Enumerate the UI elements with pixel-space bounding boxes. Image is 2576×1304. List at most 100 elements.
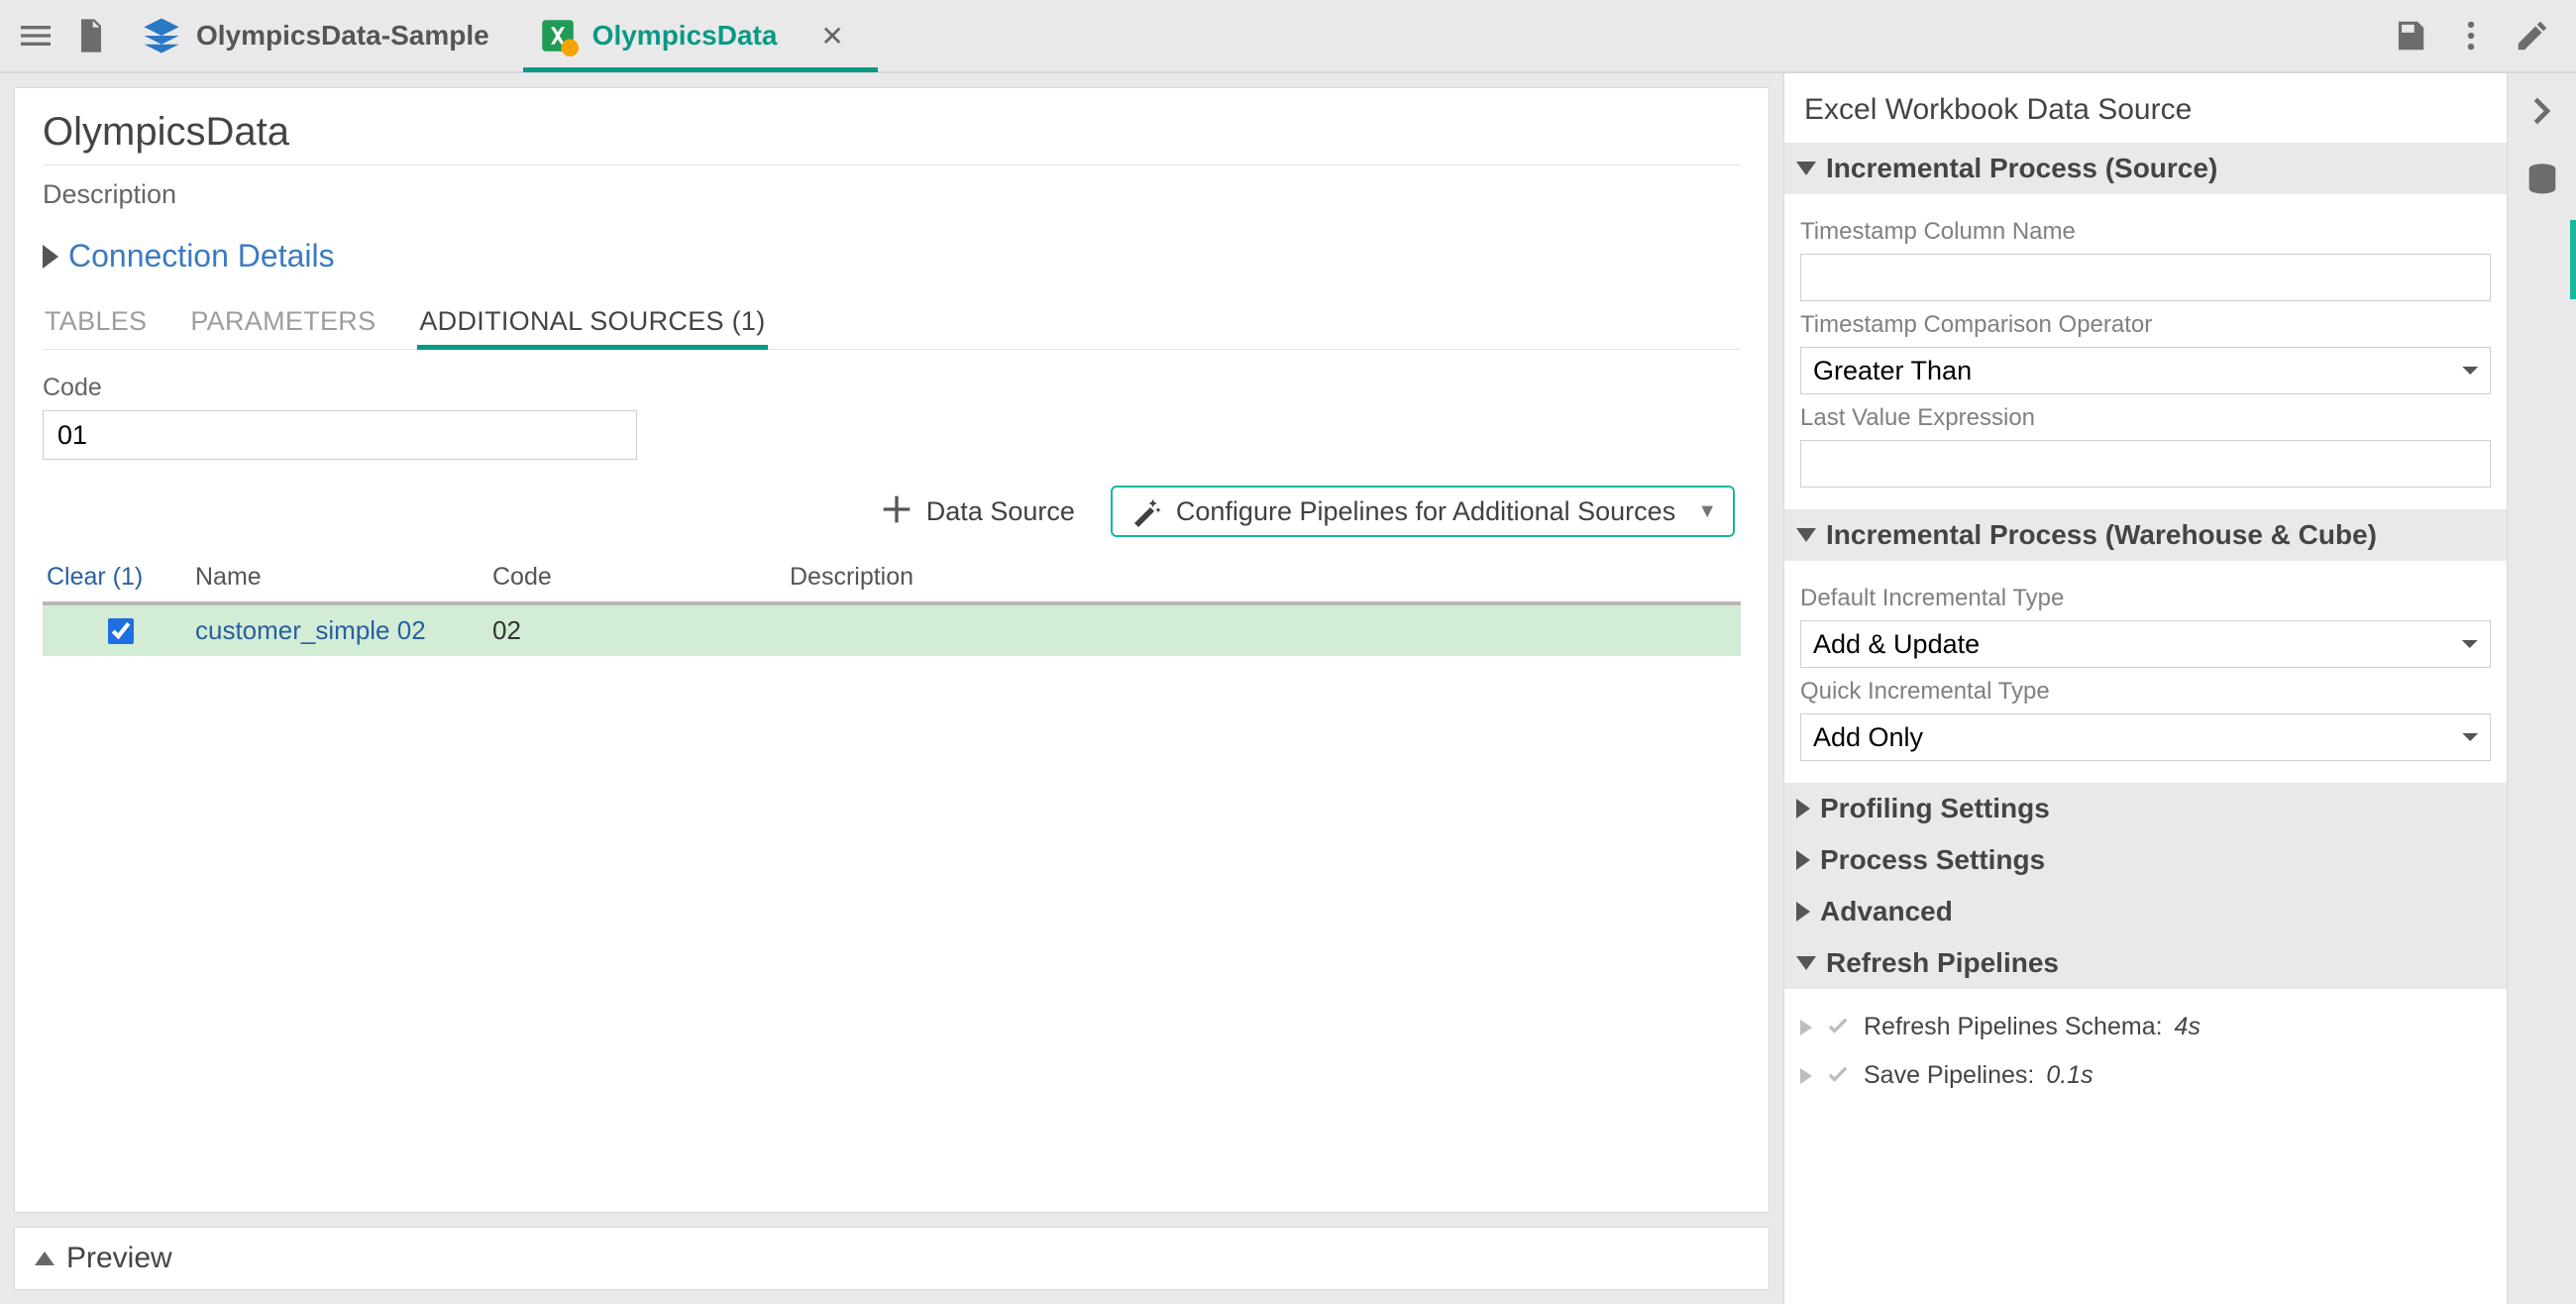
- tab-parameters[interactable]: PARAMETERS: [188, 300, 377, 349]
- pipeline-status-time: 0.1s: [2046, 1061, 2093, 1090]
- configure-pipelines-button[interactable]: Configure Pipelines for Additional Sourc…: [1111, 486, 1735, 537]
- divider: [43, 164, 1741, 165]
- pipeline-status-item[interactable]: Refresh Pipelines Schema: 4s: [1800, 1003, 2491, 1051]
- plus-icon: [877, 489, 916, 529]
- pipeline-status-item[interactable]: Save Pipelines: 0.1s: [1800, 1051, 2491, 1100]
- ts-column-input[interactable]: [1800, 254, 2491, 301]
- tab-label: OlympicsData-Sample: [196, 20, 489, 52]
- chevron-right-icon[interactable]: [2522, 91, 2562, 131]
- connection-details-expander[interactable]: Connection Details: [43, 238, 1741, 274]
- section-advanced[interactable]: Advanced: [1784, 886, 2507, 937]
- sources-table: Clear (1) Name Code Description customer…: [43, 555, 1741, 656]
- rail-active-marker: [2570, 220, 2576, 299]
- pencil-icon: [2514, 17, 2551, 54]
- section-incremental-source[interactable]: Incremental Process (Source): [1784, 143, 2507, 194]
- row-code: 02: [492, 615, 790, 646]
- section-incremental-source-body: Timestamp Column Name Timestamp Comparis…: [1784, 194, 2507, 509]
- row-name-link[interactable]: customer_simple 02: [195, 615, 492, 646]
- inner-tab-bar: TABLES PARAMETERS ADDITIONAL SOURCES (1): [43, 300, 1741, 350]
- section-refresh-pipelines[interactable]: Refresh Pipelines: [1784, 937, 2507, 989]
- pipeline-status-label: Save Pipelines:: [1864, 1061, 2034, 1090]
- side-panel: Excel Workbook Data Source Incremental P…: [1783, 73, 2507, 1304]
- dropdown-caret-icon: ▼: [1697, 500, 1717, 523]
- default-incr-select[interactable]: Add & Update: [1800, 620, 2491, 668]
- tab-bar: OlympicsData-Sample OlympicsData ✕: [127, 0, 878, 72]
- main-card: OlympicsData Description Connection Deta…: [14, 87, 1770, 1213]
- pipeline-status-label: Refresh Pipelines Schema:: [1864, 1013, 2163, 1041]
- section-title: Refresh Pipelines: [1826, 947, 2059, 979]
- pipeline-status-time: 4s: [2175, 1013, 2200, 1041]
- code-input[interactable]: [43, 410, 637, 460]
- quick-incr-select[interactable]: Add Only: [1800, 713, 2491, 761]
- ts-operator-select[interactable]: Greater Than: [1800, 347, 2491, 394]
- section-process[interactable]: Process Settings: [1784, 834, 2507, 886]
- table-header: Clear (1) Name Code Description: [43, 555, 1741, 605]
- section-incremental-warehouse-cube[interactable]: Incremental Process (Warehouse & Cube): [1784, 509, 2507, 561]
- chevron-down-icon: [1796, 956, 1816, 970]
- close-tab-button[interactable]: ✕: [820, 20, 843, 53]
- section-title: Profiling Settings: [1820, 793, 2050, 824]
- menu-button[interactable]: [8, 8, 63, 63]
- tab-olympicsdata-sample[interactable]: OlympicsData-Sample: [127, 0, 523, 72]
- section-incremental-wc-body: Default Incremental Type Add & Update Qu…: [1784, 561, 2507, 783]
- quick-incr-label: Quick Incremental Type: [1800, 678, 2491, 706]
- page-title: OlympicsData: [43, 110, 1741, 155]
- side-rail: [2507, 73, 2576, 1304]
- data-source-label: Data Source: [926, 496, 1075, 527]
- col-code: Code: [492, 563, 790, 592]
- preview-expander[interactable]: Preview: [14, 1227, 1770, 1290]
- scissors-icon: [802, 489, 841, 529]
- side-panel-title: Excel Workbook Data Source: [1784, 73, 2507, 143]
- section-title: Process Settings: [1820, 844, 2045, 876]
- tab-additional-sources[interactable]: ADDITIONAL SOURCES (1): [417, 300, 767, 349]
- chevron-right-icon: [1796, 850, 1810, 870]
- new-file-button[interactable]: [63, 8, 119, 63]
- last-value-label: Last Value Expression: [1800, 404, 2491, 432]
- chevron-down-icon: [1796, 528, 1816, 542]
- section-profiling[interactable]: Profiling Settings: [1784, 783, 2507, 834]
- ts-operator-label: Timestamp Comparison Operator: [1800, 311, 2491, 339]
- trim-button[interactable]: [802, 489, 841, 534]
- content: OlympicsData Description Connection Deta…: [0, 73, 2576, 1304]
- ts-column-label: Timestamp Column Name: [1800, 218, 2491, 246]
- save-icon: [2391, 17, 2428, 54]
- description-label: Description: [43, 169, 1741, 230]
- chevron-down-icon: [1796, 162, 1816, 175]
- save-button[interactable]: [2382, 8, 2437, 63]
- add-data-source-button[interactable]: Data Source: [877, 489, 1075, 534]
- section-title: Advanced: [1820, 896, 1953, 927]
- edit-button[interactable]: [2505, 8, 2560, 63]
- excel-file-icon: [537, 15, 579, 56]
- col-description: Description: [790, 563, 1737, 592]
- section-title: Incremental Process (Source): [1826, 153, 2217, 184]
- chevron-right-icon: [1796, 902, 1810, 922]
- row-checkbox-cell: [47, 618, 195, 644]
- connection-details-label: Connection Details: [68, 238, 335, 274]
- hamburger-icon: [16, 16, 55, 55]
- chevron-right-icon: [1800, 1068, 1812, 1084]
- configure-pipelines-label: Configure Pipelines for Additional Sourc…: [1176, 496, 1675, 527]
- col-name: Name: [195, 563, 492, 592]
- default-incr-label: Default Incremental Type: [1800, 585, 2491, 612]
- preview-label: Preview: [66, 1242, 172, 1275]
- database-icon[interactable]: [2522, 161, 2562, 200]
- main-column: OlympicsData Description Connection Deta…: [0, 73, 1783, 1304]
- section-refresh-body: Refresh Pipelines Schema: 4s Save Pipeli…: [1784, 989, 2507, 1122]
- chevron-right-icon: [43, 245, 58, 269]
- check-icon: [1824, 1014, 1852, 1041]
- row-checkbox[interactable]: [108, 618, 134, 644]
- tab-tables[interactable]: TABLES: [43, 300, 149, 349]
- more-button[interactable]: [2443, 8, 2499, 63]
- code-label: Code: [43, 374, 1741, 402]
- tab-olympicsdata[interactable]: OlympicsData ✕: [523, 0, 878, 72]
- clear-selection-link[interactable]: Clear (1): [47, 563, 195, 592]
- check-icon: [1824, 1062, 1852, 1090]
- magic-wand-icon: [1130, 495, 1162, 527]
- chevron-up-icon: [35, 1251, 54, 1265]
- last-value-input[interactable]: [1800, 440, 2491, 488]
- action-row: Data Source Configure Pipelines for Addi…: [43, 486, 1741, 537]
- tab-label: OlympicsData: [592, 20, 778, 52]
- stack-icon: [141, 15, 182, 56]
- table-row[interactable]: customer_simple 02 02: [43, 605, 1741, 656]
- chevron-right-icon: [1796, 799, 1810, 818]
